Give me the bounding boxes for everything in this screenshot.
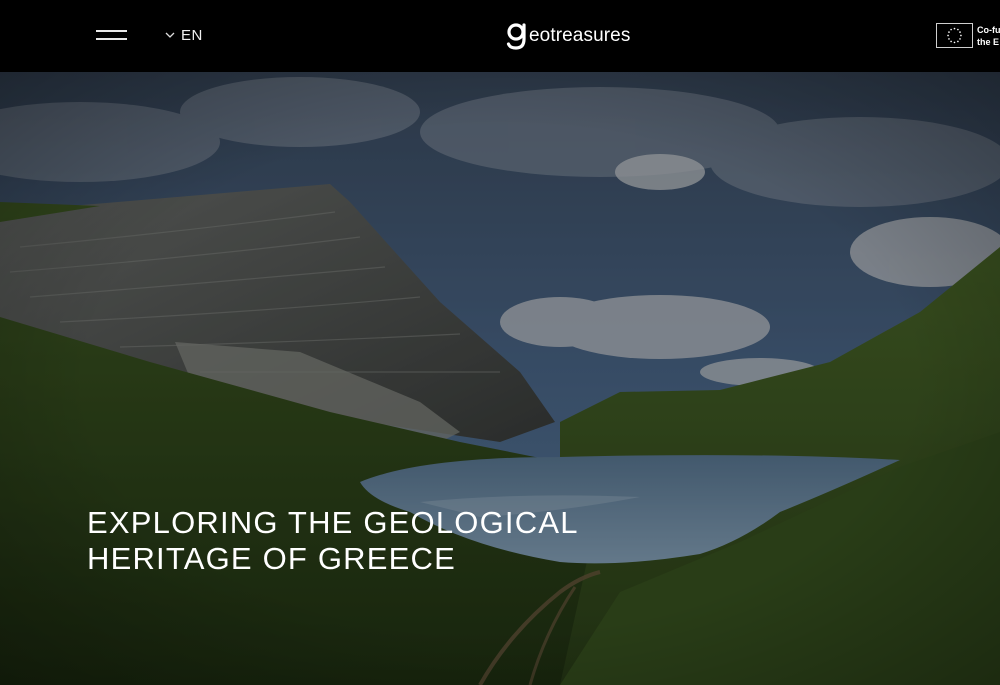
hero-section: EXPLORING THE GEOLOGICAL HERITAGE OF GRE… xyxy=(0,72,1000,685)
logo-text: eotreasures xyxy=(529,25,631,46)
eu-funding-line-2: the E xyxy=(977,36,1000,47)
hamburger-icon xyxy=(96,30,127,32)
eu-funding-line-1: Co-fu xyxy=(977,24,1000,35)
hamburger-icon-line xyxy=(96,38,127,40)
hero-title-line-2: HERITAGE OF GREECE xyxy=(87,541,456,576)
language-selector[interactable]: EN xyxy=(165,25,203,45)
hero-title-line-1: EXPLORING THE GEOLOGICAL xyxy=(87,505,579,540)
hero-title: EXPLORING THE GEOLOGICAL HERITAGE OF GRE… xyxy=(87,505,647,577)
menu-button[interactable] xyxy=(94,28,130,44)
eu-flag-icon xyxy=(936,23,973,48)
chevron-down-icon xyxy=(165,32,175,38)
language-label: EN xyxy=(181,26,203,44)
eu-funding-text: Co-fu the E xyxy=(977,24,1000,48)
hero-landscape-image xyxy=(0,72,1000,685)
geotreasures-logo-icon xyxy=(506,23,526,50)
site-logo[interactable]: eotreasures xyxy=(506,20,630,52)
eu-funding-badge: Co-fu the E xyxy=(936,23,1000,48)
top-navigation-bar: EN eotreasures Co-fu the E xyxy=(0,0,1000,72)
